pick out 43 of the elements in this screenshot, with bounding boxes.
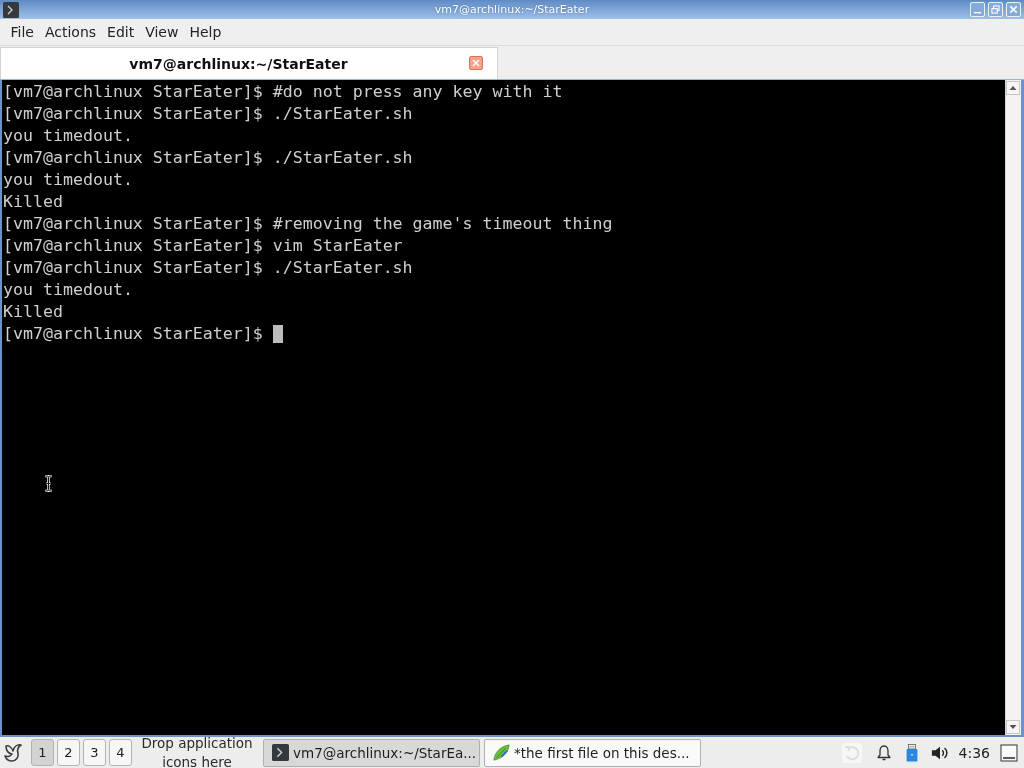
window-outline-icon[interactable]: [1000, 743, 1018, 762]
menu-item[interactable]: Help: [183, 22, 227, 42]
terminal-line: [vm7@archlinux StarEater]$ ./StarEater.sh: [3, 147, 413, 169]
bird-icon[interactable]: [3, 741, 23, 764]
desktop-switch-button[interactable]: 2: [57, 739, 80, 766]
tab-close-icon[interactable]: [469, 56, 483, 70]
menu-item[interactable]: File: [5, 22, 40, 42]
terminal-icon: [272, 744, 289, 761]
desktop-switch-button[interactable]: 4: [109, 739, 132, 766]
close-button[interactable]: [1006, 2, 1021, 17]
terminal-line: [vm7@archlinux StarEater]$ #removing the game's timeout thing: [3, 213, 613, 235]
task-button[interactable]: vm7@archlinux:~/StarEa...: [263, 738, 480, 767]
terminal-line: you timedout.: [3, 279, 133, 301]
terminal-line: you timedout.: [3, 125, 133, 147]
clock[interactable]: 4:36: [958, 744, 990, 761]
bell-icon[interactable]: [874, 743, 893, 762]
terminal-line: [vm7@archlinux StarEater]$ ./StarEater.sh: [3, 103, 413, 125]
close-icon: [1009, 5, 1018, 14]
task-button[interactable]: *the first file on this des...: [484, 738, 701, 767]
terminal-line: [vm7@archlinux StarEater]$ #do not press any key with it: [3, 81, 563, 103]
restore-icon: [991, 5, 1000, 14]
menu-item[interactable]: Actions: [39, 22, 102, 42]
ibeam-pointer-icon: [44, 475, 53, 492]
terminal-line: Killed: [3, 191, 63, 213]
scrollbar-track[interactable]: [1005, 80, 1021, 735]
window-title: vm7@archlinux:~/StarEater: [434, 3, 590, 16]
terminal-line: Killed: [3, 301, 63, 323]
desktop-switch-button[interactable]: 1: [31, 739, 54, 766]
restore-button[interactable]: [988, 2, 1003, 17]
leaf-pen-icon: [493, 744, 510, 761]
scroll-down-icon[interactable]: [1006, 720, 1020, 734]
menu-item[interactable]: Edit: [101, 22, 140, 42]
scroll-up-icon[interactable]: [1006, 81, 1020, 95]
terminal-line: you timedout.: [3, 169, 133, 191]
minimize-button[interactable]: [970, 2, 985, 17]
tab[interactable]: vm7@archlinux:~/StarEater: [0, 47, 498, 79]
quicklaunch-hint: Drop application icons here: [140, 733, 254, 768]
terminal-line: [vm7@archlinux StarEater]$ vim StarEater: [3, 235, 403, 257]
menu-item[interactable]: View: [139, 22, 184, 42]
terminal-icon: [3, 1, 19, 18]
terminal-line: [vm7@archlinux StarEater]$ ./StarEater.sh: [3, 257, 413, 279]
terminal-line: [vm7@archlinux StarEater]$: [3, 323, 263, 345]
desktop-switch-button[interactable]: 3: [83, 739, 106, 766]
